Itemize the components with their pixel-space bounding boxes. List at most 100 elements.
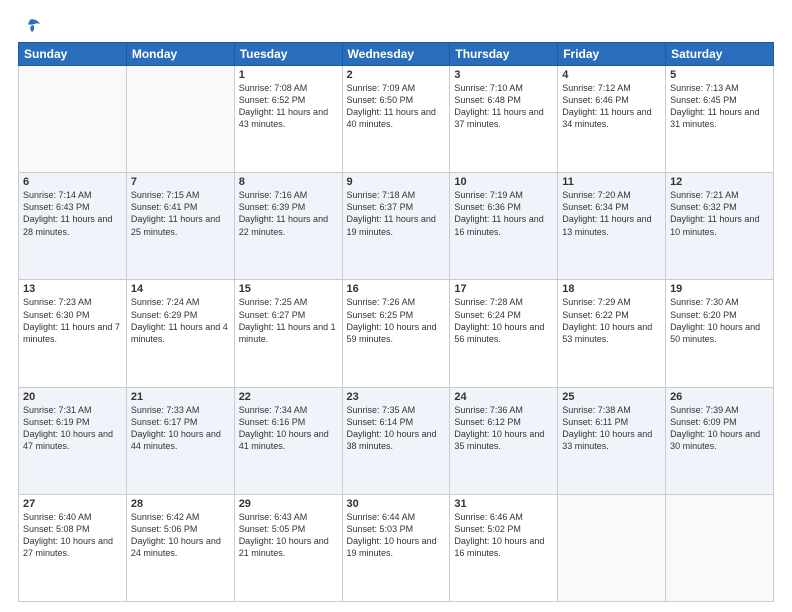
day-info: Sunrise: 7:13 AM Sunset: 6:45 PM Dayligh… (670, 82, 769, 131)
day-number: 15 (239, 283, 338, 295)
day-info: Sunrise: 7:28 AM Sunset: 6:24 PM Dayligh… (454, 296, 553, 345)
calendar-cell: 15Sunrise: 7:25 AM Sunset: 6:27 PM Dayli… (234, 280, 342, 387)
day-info: Sunrise: 7:25 AM Sunset: 6:27 PM Dayligh… (239, 296, 338, 345)
day-number: 2 (347, 69, 446, 81)
calendar-cell: 11Sunrise: 7:20 AM Sunset: 6:34 PM Dayli… (558, 173, 666, 280)
day-info: Sunrise: 7:38 AM Sunset: 6:11 PM Dayligh… (562, 404, 661, 453)
calendar-cell: 23Sunrise: 7:35 AM Sunset: 6:14 PM Dayli… (342, 387, 450, 494)
day-number: 19 (670, 283, 769, 295)
calendar-cell (126, 66, 234, 173)
day-info: Sunrise: 7:21 AM Sunset: 6:32 PM Dayligh… (670, 189, 769, 238)
day-number: 31 (454, 498, 553, 510)
logo (18, 18, 42, 34)
day-info: Sunrise: 6:42 AM Sunset: 5:06 PM Dayligh… (131, 511, 230, 560)
calendar-cell: 2Sunrise: 7:09 AM Sunset: 6:50 PM Daylig… (342, 66, 450, 173)
calendar-cell: 14Sunrise: 7:24 AM Sunset: 6:29 PM Dayli… (126, 280, 234, 387)
header-tuesday: Tuesday (234, 43, 342, 66)
day-number: 1 (239, 69, 338, 81)
day-number: 13 (23, 283, 122, 295)
calendar-cell: 12Sunrise: 7:21 AM Sunset: 6:32 PM Dayli… (666, 173, 774, 280)
calendar-cell: 25Sunrise: 7:38 AM Sunset: 6:11 PM Dayli… (558, 387, 666, 494)
calendar-cell (19, 66, 127, 173)
day-number: 20 (23, 391, 122, 403)
calendar-week-row: 20Sunrise: 7:31 AM Sunset: 6:19 PM Dayli… (19, 387, 774, 494)
day-number: 24 (454, 391, 553, 403)
day-number: 18 (562, 283, 661, 295)
day-number: 26 (670, 391, 769, 403)
day-number: 6 (23, 176, 122, 188)
day-info: Sunrise: 7:12 AM Sunset: 6:46 PM Dayligh… (562, 82, 661, 131)
calendar-cell: 5Sunrise: 7:13 AM Sunset: 6:45 PM Daylig… (666, 66, 774, 173)
calendar-cell: 7Sunrise: 7:15 AM Sunset: 6:41 PM Daylig… (126, 173, 234, 280)
day-number: 16 (347, 283, 446, 295)
calendar-week-row: 1Sunrise: 7:08 AM Sunset: 6:52 PM Daylig… (19, 66, 774, 173)
day-info: Sunrise: 7:33 AM Sunset: 6:17 PM Dayligh… (131, 404, 230, 453)
header (18, 18, 774, 34)
calendar-cell: 28Sunrise: 6:42 AM Sunset: 5:06 PM Dayli… (126, 494, 234, 601)
day-info: Sunrise: 7:31 AM Sunset: 6:19 PM Dayligh… (23, 404, 122, 453)
day-info: Sunrise: 7:39 AM Sunset: 6:09 PM Dayligh… (670, 404, 769, 453)
calendar-week-row: 27Sunrise: 6:40 AM Sunset: 5:08 PM Dayli… (19, 494, 774, 601)
day-info: Sunrise: 7:23 AM Sunset: 6:30 PM Dayligh… (23, 296, 122, 345)
day-info: Sunrise: 7:26 AM Sunset: 6:25 PM Dayligh… (347, 296, 446, 345)
day-info: Sunrise: 6:44 AM Sunset: 5:03 PM Dayligh… (347, 511, 446, 560)
calendar-cell: 17Sunrise: 7:28 AM Sunset: 6:24 PM Dayli… (450, 280, 558, 387)
day-number: 21 (131, 391, 230, 403)
calendar-cell: 21Sunrise: 7:33 AM Sunset: 6:17 PM Dayli… (126, 387, 234, 494)
day-info: Sunrise: 7:30 AM Sunset: 6:20 PM Dayligh… (670, 296, 769, 345)
day-info: Sunrise: 6:46 AM Sunset: 5:02 PM Dayligh… (454, 511, 553, 560)
day-info: Sunrise: 6:40 AM Sunset: 5:08 PM Dayligh… (23, 511, 122, 560)
calendar-cell: 10Sunrise: 7:19 AM Sunset: 6:36 PM Dayli… (450, 173, 558, 280)
calendar-cell: 22Sunrise: 7:34 AM Sunset: 6:16 PM Dayli… (234, 387, 342, 494)
day-number: 7 (131, 176, 230, 188)
day-info: Sunrise: 7:19 AM Sunset: 6:36 PM Dayligh… (454, 189, 553, 238)
calendar-cell: 9Sunrise: 7:18 AM Sunset: 6:37 PM Daylig… (342, 173, 450, 280)
day-info: Sunrise: 7:20 AM Sunset: 6:34 PM Dayligh… (562, 189, 661, 238)
header-wednesday: Wednesday (342, 43, 450, 66)
calendar-cell: 27Sunrise: 6:40 AM Sunset: 5:08 PM Dayli… (19, 494, 127, 601)
calendar-cell: 1Sunrise: 7:08 AM Sunset: 6:52 PM Daylig… (234, 66, 342, 173)
day-number: 10 (454, 176, 553, 188)
day-number: 5 (670, 69, 769, 81)
calendar-cell: 8Sunrise: 7:16 AM Sunset: 6:39 PM Daylig… (234, 173, 342, 280)
day-info: Sunrise: 7:15 AM Sunset: 6:41 PM Dayligh… (131, 189, 230, 238)
weekday-header-row: Sunday Monday Tuesday Wednesday Thursday… (19, 43, 774, 66)
header-monday: Monday (126, 43, 234, 66)
day-info: Sunrise: 7:18 AM Sunset: 6:37 PM Dayligh… (347, 189, 446, 238)
day-info: Sunrise: 7:08 AM Sunset: 6:52 PM Dayligh… (239, 82, 338, 131)
calendar-cell: 29Sunrise: 6:43 AM Sunset: 5:05 PM Dayli… (234, 494, 342, 601)
day-number: 23 (347, 391, 446, 403)
header-thursday: Thursday (450, 43, 558, 66)
calendar-cell: 24Sunrise: 7:36 AM Sunset: 6:12 PM Dayli… (450, 387, 558, 494)
day-number: 14 (131, 283, 230, 295)
calendar-cell: 6Sunrise: 7:14 AM Sunset: 6:43 PM Daylig… (19, 173, 127, 280)
header-saturday: Saturday (666, 43, 774, 66)
day-number: 3 (454, 69, 553, 81)
header-sunday: Sunday (19, 43, 127, 66)
day-info: Sunrise: 7:10 AM Sunset: 6:48 PM Dayligh… (454, 82, 553, 131)
day-info: Sunrise: 7:24 AM Sunset: 6:29 PM Dayligh… (131, 296, 230, 345)
calendar-cell: 19Sunrise: 7:30 AM Sunset: 6:20 PM Dayli… (666, 280, 774, 387)
day-info: Sunrise: 7:09 AM Sunset: 6:50 PM Dayligh… (347, 82, 446, 131)
day-info: Sunrise: 6:43 AM Sunset: 5:05 PM Dayligh… (239, 511, 338, 560)
calendar-cell: 20Sunrise: 7:31 AM Sunset: 6:19 PM Dayli… (19, 387, 127, 494)
day-number: 8 (239, 176, 338, 188)
day-number: 4 (562, 69, 661, 81)
calendar-cell: 16Sunrise: 7:26 AM Sunset: 6:25 PM Dayli… (342, 280, 450, 387)
calendar-cell (666, 494, 774, 601)
day-number: 29 (239, 498, 338, 510)
day-number: 25 (562, 391, 661, 403)
day-info: Sunrise: 7:29 AM Sunset: 6:22 PM Dayligh… (562, 296, 661, 345)
day-number: 30 (347, 498, 446, 510)
calendar-cell: 3Sunrise: 7:10 AM Sunset: 6:48 PM Daylig… (450, 66, 558, 173)
page: Sunday Monday Tuesday Wednesday Thursday… (0, 0, 792, 612)
day-number: 27 (23, 498, 122, 510)
day-info: Sunrise: 7:14 AM Sunset: 6:43 PM Dayligh… (23, 189, 122, 238)
calendar-cell: 26Sunrise: 7:39 AM Sunset: 6:09 PM Dayli… (666, 387, 774, 494)
calendar-cell: 13Sunrise: 7:23 AM Sunset: 6:30 PM Dayli… (19, 280, 127, 387)
calendar-week-row: 6Sunrise: 7:14 AM Sunset: 6:43 PM Daylig… (19, 173, 774, 280)
calendar-cell: 4Sunrise: 7:12 AM Sunset: 6:46 PM Daylig… (558, 66, 666, 173)
day-info: Sunrise: 7:34 AM Sunset: 6:16 PM Dayligh… (239, 404, 338, 453)
day-number: 28 (131, 498, 230, 510)
day-number: 9 (347, 176, 446, 188)
